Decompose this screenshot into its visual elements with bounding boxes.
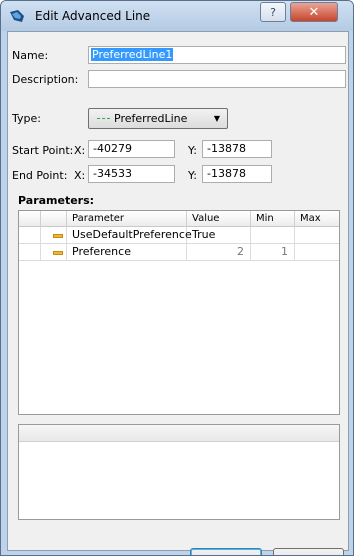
parameter-icon [53,234,63,238]
start-point-label: Start Point: [12,144,74,157]
column-header-parameter[interactable]: Parameter [67,211,187,227]
dialog-body: Name: PreferredLine1 Description: Type: … [7,31,349,555]
cell-value[interactable]: True [187,227,251,244]
end-x-field[interactable]: -34533 [88,165,175,183]
cell-min[interactable]: 1 [251,244,295,261]
edit-line-icon [10,10,24,22]
name-field[interactable]: PreferredLine1 [88,46,346,64]
close-icon: ✕ [308,4,320,20]
column-header-value[interactable]: Value [187,211,251,227]
cancel-button[interactable]: Cancel [273,548,344,555]
line-style-icon [97,118,110,119]
row-selector[interactable] [19,227,41,244]
cell-parameter: UseDefaultPreference [67,227,192,244]
name-value: PreferredLine1 [91,48,174,61]
type-value: PreferredLine [114,112,188,125]
end-y-label: Y: [188,169,197,182]
cell-parameter: Preference [67,244,187,261]
help-icon: ? [270,5,276,19]
cell-max[interactable] [295,227,339,244]
description-label: Description: [12,73,79,86]
end-x-label: X: [74,169,86,182]
row-selector[interactable] [19,244,41,261]
description-field[interactable] [88,70,346,88]
title-bar[interactable]: Edit Advanced Line ? ✕ [1,1,353,31]
icon-column-header [41,211,67,227]
name-label: Name: [12,49,49,62]
start-x-field[interactable]: -40279 [88,140,175,158]
start-x-label: X: [74,144,86,157]
parameter-icon [53,251,63,255]
start-y-label: Y: [188,144,197,157]
close-button[interactable]: ✕ [290,2,338,22]
dialog-window: Edit Advanced Line ? ✕ Name: PreferredLi… [0,0,354,556]
chevron-down-icon: ▼ [213,114,220,123]
end-point-label: End Point: [12,169,68,182]
ok-button[interactable]: OK [190,548,262,555]
column-header-max[interactable]: Max [295,211,339,227]
parameters-table: Parameter Value Min Max UseDefaultPrefer… [18,210,340,415]
parameters-title: Parameters: [18,194,95,207]
type-label: Type: [12,112,41,125]
window-title: Edit Advanced Line [35,9,151,23]
parameter-description-panel [18,424,340,520]
start-y-field[interactable]: -13878 [202,140,272,158]
cell-value[interactable]: 2 [187,244,251,261]
type-dropdown[interactable]: PreferredLine ▼ [88,108,228,129]
cell-max[interactable] [295,244,339,261]
end-y-field[interactable]: -13878 [202,165,272,183]
row-header-column [19,211,41,227]
description-panel-header [19,425,339,442]
cell-min[interactable] [251,227,295,244]
column-header-min[interactable]: Min [251,211,295,227]
help-button[interactable]: ? [260,2,286,22]
